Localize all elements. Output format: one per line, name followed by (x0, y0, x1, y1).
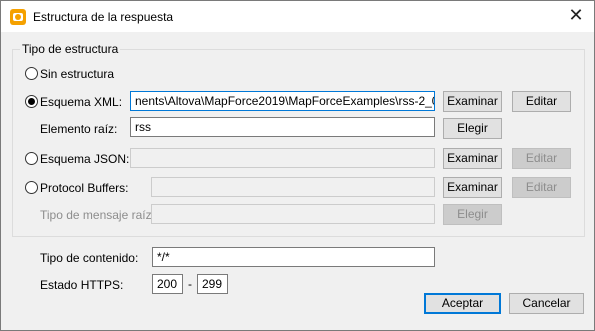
json-schema-path-input[interactable] (130, 148, 435, 168)
elegir-root-element-button[interactable]: Elegir (443, 118, 502, 139)
https-status-to-input[interactable]: 299 (197, 274, 228, 294)
radio-sin-estructura[interactable] (25, 67, 38, 80)
title-bar: Estructura de la respuesta ✕ (1, 1, 594, 32)
examinar-json-button[interactable]: Examinar (443, 148, 502, 169)
editar-protobuf-button[interactable]: Editar (512, 177, 571, 198)
label-esquema-json[interactable]: Esquema JSON: (40, 152, 129, 166)
editar-json-button[interactable]: Editar (512, 148, 571, 169)
label-tipo-mensaje-raiz: Tipo de mensaje raíz: (40, 208, 155, 222)
label-sin-estructura[interactable]: Sin estructura (40, 67, 114, 81)
label-tipo-contenido: Tipo de contenido: (40, 251, 139, 265)
xml-schema-path-input[interactable]: nents\Altova\MapForce2019\MapForceExampl… (130, 91, 435, 111)
root-element-input[interactable]: rss (130, 117, 435, 137)
label-estado-https: Estado HTTPS: (40, 278, 124, 292)
aceptar-button[interactable]: Aceptar (424, 293, 501, 314)
cancelar-button[interactable]: Cancelar (509, 293, 584, 314)
root-message-type-input[interactable] (151, 204, 435, 224)
examinar-xml-button[interactable]: Examinar (443, 91, 502, 112)
radio-protocol-buffers[interactable] (25, 181, 38, 194)
elegir-message-type-button[interactable]: Elegir (443, 204, 502, 225)
content-type-input[interactable]: */* (152, 247, 435, 267)
close-icon[interactable]: ✕ (563, 5, 589, 29)
protocol-buffers-path-input[interactable] (151, 177, 435, 197)
structure-type-legend: Tipo de estructura (20, 42, 121, 56)
editar-xml-button[interactable]: Editar (512, 91, 571, 112)
https-status-from-input[interactable]: 200 (152, 274, 183, 294)
radio-esquema-json[interactable] (25, 152, 38, 165)
label-protocol-buffers[interactable]: Protocol Buffers: (40, 181, 129, 195)
label-esquema-xml[interactable]: Esquema XML: (40, 95, 122, 109)
radio-esquema-xml[interactable] (25, 95, 38, 108)
examinar-protobuf-button[interactable]: Examinar (443, 177, 502, 198)
mapforce-app-icon (10, 9, 26, 25)
label-elemento-raiz: Elemento raíz: (40, 122, 118, 136)
dialog-window: Estructura de la respuesta ✕ Tipo de est… (0, 0, 595, 331)
https-status-separator: - (188, 277, 192, 291)
dialog-title: Estructura de la respuesta (33, 10, 174, 24)
